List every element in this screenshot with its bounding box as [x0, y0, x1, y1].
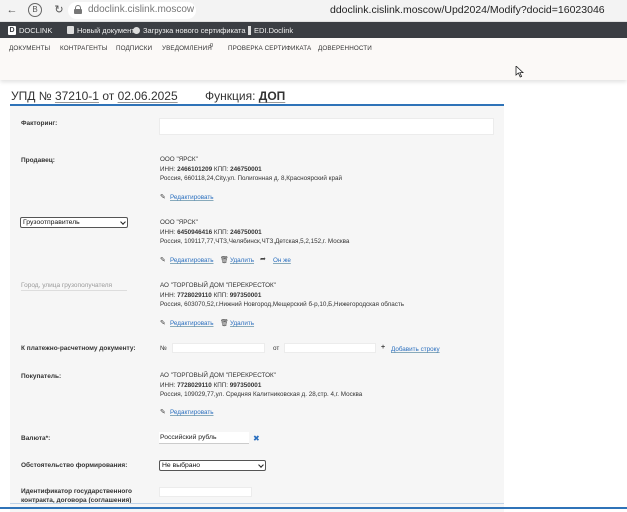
document-icon — [67, 26, 74, 34]
consignee-inn: 7728029110 — [177, 291, 212, 299]
payment-number-input[interactable] — [172, 343, 265, 353]
pencil-icon: ✎ — [160, 320, 166, 327]
nav-documents[interactable]: ДОКУМЕНТЫ — [9, 45, 50, 52]
buyer-inn: 7728029110 — [177, 381, 212, 389]
trash-icon: 🗑 — [220, 257, 229, 264]
upload-certificate-label: Загрузка нового сертификата — [143, 25, 246, 35]
buyer-info: АО "ТОРГОВЫЙ ДОМ "ПЕРЕКРЕСТОК" ИНН: 7728… — [160, 372, 363, 398]
consignee-info: АО "ТОРГОВЫЙ ДОМ "ПЕРЕКРЕСТОК" ИНН: 7728… — [160, 282, 405, 308]
trash-icon: 🗑 — [220, 320, 229, 327]
circumstance-value: Не выбрано — [162, 462, 201, 469]
nav-contractors[interactable]: КОНТРАГЕНТЫ — [60, 45, 108, 52]
pencil-icon: ✎ — [160, 257, 166, 264]
consignee-address: Россия, 603070,52,г.Нижний Новгород,Меще… — [160, 301, 405, 308]
url-short-text[interactable]: ddoclink.cislink.moscow — [88, 4, 194, 15]
shipper-edit-link[interactable]: Редактировать — [170, 257, 214, 264]
certificate-icon — [133, 26, 140, 34]
new-document-button[interactable]: Новый документ — [67, 24, 135, 36]
notifications-count-badge: 0 — [210, 43, 214, 49]
factoring-input[interactable] — [159, 118, 494, 135]
pencil-icon: ✎ — [160, 409, 166, 416]
clear-icon[interactable]: ✖ — [253, 434, 260, 443]
edi-label: EDI.Doclink — [254, 25, 294, 35]
buyer-address: Россия, 109029,77,ул. Средняя Калитников… — [160, 391, 363, 398]
doclink-logo-icon: D — [8, 25, 16, 35]
payment-number-prefix: № — [160, 345, 167, 352]
nav-powers-of-attorney[interactable]: ДОВЕРЕННОСТИ — [318, 45, 372, 52]
seller-kpp: 246750001 — [230, 165, 262, 173]
payment-date-prefix: от — [273, 345, 280, 352]
consignee-address-input[interactable]: Город, улица грузополучателя — [21, 281, 127, 291]
buyer-kpp: 997350001 — [229, 381, 262, 389]
brand-logo[interactable]: D DOCLINK — [8, 24, 52, 36]
plus-icon: + — [381, 344, 386, 351]
shipper-delete-link[interactable]: Удалить — [230, 257, 254, 264]
document-function: Функция: ДОП — [205, 89, 285, 103]
seller-edit-link[interactable]: Редактировать — [170, 194, 214, 201]
doc-number[interactable]: 37210-1 — [55, 89, 99, 103]
lock-icon — [74, 5, 82, 14]
nav-notifications[interactable]: УВЕДОМЛЕНИЯ — [162, 45, 212, 52]
doc-date[interactable]: 02.06.2025 — [118, 89, 178, 103]
seller-inn: 2466101209 — [177, 165, 213, 173]
consignee-edit-link[interactable]: Редактировать — [170, 320, 214, 327]
upload-certificate-button[interactable]: Загрузка нового сертификата — [133, 24, 246, 36]
brand-name: DOCLINK — [19, 25, 53, 35]
pencil-icon: ✎ — [160, 194, 166, 201]
function-value[interactable]: ДОП — [259, 89, 286, 103]
consignee-name: АО "ТОРГОВЫЙ ДОМ "ПЕРЕКРЕСТОК" — [160, 282, 276, 289]
shipper-kpp: 246750001 — [230, 228, 262, 236]
site-identity-icon[interactable]: B — [28, 3, 42, 17]
payment-document-label: К платежно-расчетному документу: — [21, 345, 136, 352]
shipper-same-link[interactable]: Он же — [273, 257, 291, 264]
consignee-delete-link[interactable]: Удалить — [230, 320, 254, 327]
edi-doclink-link[interactable]: EDI.Doclink — [248, 24, 293, 36]
circumstance-select[interactable]: Не выбрано — [159, 460, 266, 471]
main-navigation: ДОКУМЕНТЫ КОНТРАГЕНТЫ ПОДПИСКИ УВЕДОМЛЕН… — [0, 38, 627, 80]
seller-label: Продавец: — [21, 157, 55, 164]
mouse-cursor-icon — [515, 66, 525, 78]
share-arrow-icon: ➦ — [260, 256, 266, 263]
back-arrow-icon[interactable]: ← — [5, 3, 19, 17]
bottom-divider-light — [10, 503, 504, 504]
doc-date-prefix: от — [102, 89, 115, 103]
buyer-name: АО "ТОРГОВЫЙ ДОМ "ПЕРЕКРЕСТОК" — [160, 372, 276, 379]
seller-name: ООО "ЯРСК" — [160, 156, 198, 163]
reload-icon[interactable]: ↻ — [52, 3, 66, 17]
currency-label: Валюта*: — [21, 435, 51, 442]
chevron-down-icon — [120, 219, 126, 225]
new-document-label: Новый документ — [77, 25, 135, 35]
add-row-link[interactable]: Добавить строку — [391, 346, 440, 353]
function-label: Функция: — [205, 89, 256, 103]
edi-icon — [248, 25, 251, 35]
seller-info: ООО "ЯРСК" ИНН: 2466101209 КПП: 24675000… — [160, 156, 342, 182]
shipper-role-value: Грузоотправитель — [23, 219, 80, 226]
gov-contract-id-input[interactable] — [159, 487, 252, 497]
buyer-edit-link[interactable]: Редактировать — [170, 409, 214, 416]
nav-certificate-check[interactable]: ПРОВЕРКА СЕРТИФИКАТА — [228, 45, 311, 52]
shipper-role-select[interactable]: Грузоотправитель — [20, 217, 128, 228]
shipper-inn: 6450946416 — [177, 228, 213, 236]
seller-address: Россия, 660118,24,City,ул. Полигонная д.… — [160, 175, 342, 182]
shipper-info: ООО "ЯРСК" ИНН: 6450946416 КПП: 24675000… — [160, 219, 350, 245]
currency-input[interactable]: Российский рубль — [159, 432, 249, 444]
app-toolbar: D DOCLINK Новый документ Загрузка нового… — [0, 22, 627, 38]
doc-prefix: УПД № — [11, 89, 52, 103]
url-full-text: ddoclink.cislink.moscow/Upd2024/Modify?d… — [330, 4, 605, 16]
document-title: УПД № 37210-1 от 02.06.2025 — [11, 89, 178, 103]
payment-date-input[interactable] — [284, 343, 376, 353]
shipper-address: Россия, 109117,77,ЧТЗ,Челябинск,ЧТЗ,Детс… — [160, 238, 350, 245]
chevron-down-icon — [258, 462, 264, 468]
browser-address-bar: ← B ↻ ddoclink.cislink.moscow ddoclink.c… — [0, 0, 627, 22]
consignee-kpp: 997350001 — [229, 291, 262, 299]
factoring-label: Факторинг: — [21, 120, 58, 127]
buyer-label: Покупатель: — [21, 373, 62, 380]
bottom-divider — [0, 507, 627, 509]
circumstance-label: Обстоятельство формирования: — [21, 462, 128, 469]
nav-subscriptions[interactable]: ПОДПИСКИ — [116, 45, 152, 52]
shipper-name: ООО "ЯРСК" — [160, 219, 198, 226]
